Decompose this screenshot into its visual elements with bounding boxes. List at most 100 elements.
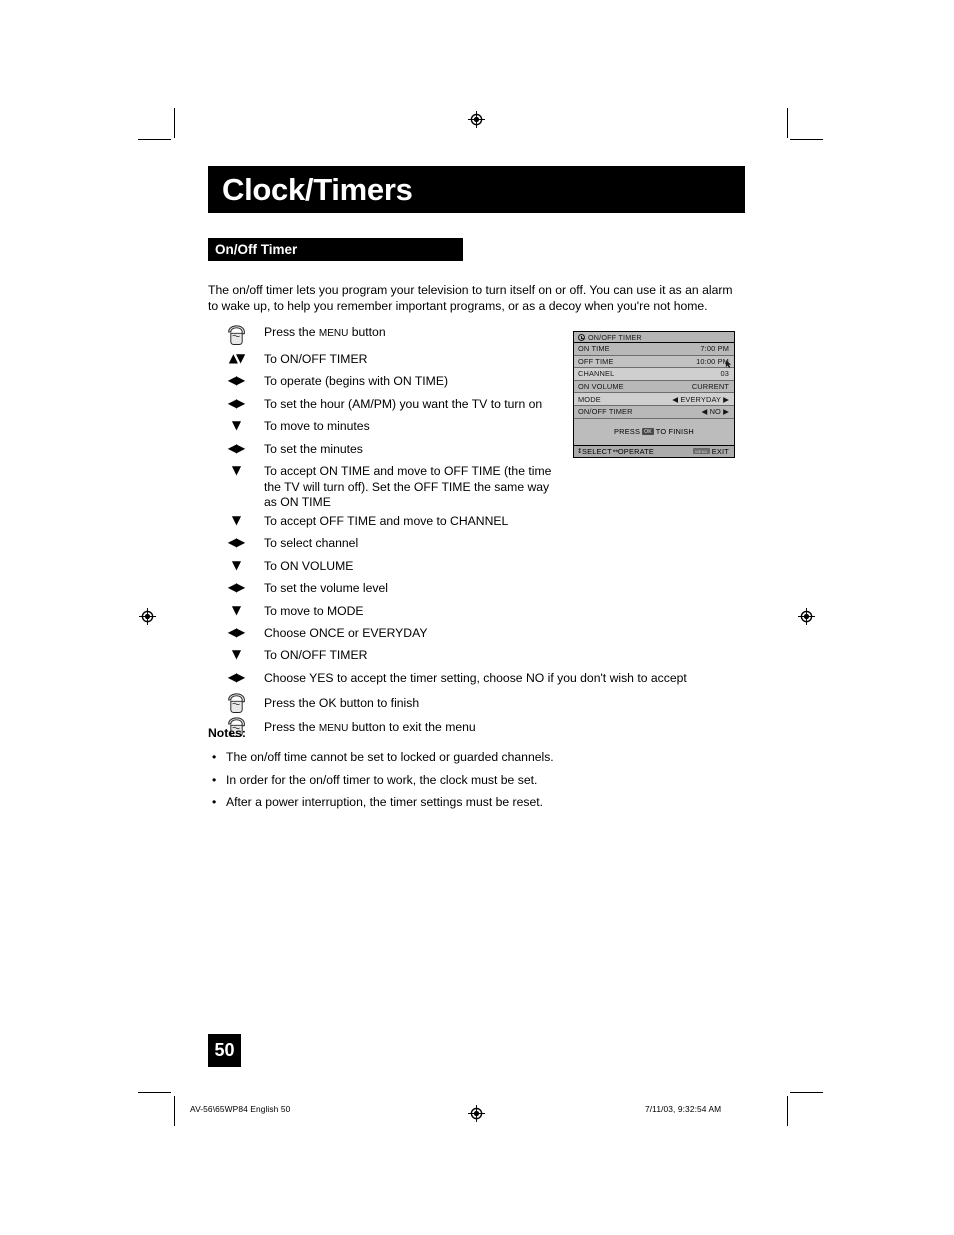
footer-date-info: 7/11/03, 9:32:54 AM: [645, 1104, 722, 1114]
left-right-arrow-icon: ◀▶: [208, 396, 264, 410]
hand-press-icon: [208, 692, 264, 714]
up-down-arrow-icon: ▲▼: [208, 351, 264, 365]
list-item: ◀▶ To select channel: [208, 535, 738, 555]
down-arrow-icon: ▼: [208, 513, 264, 527]
osd-footer-bar: ↕ SELECT ↔ OPERATE MENU EXIT: [574, 445, 734, 458]
footer-file-info: AV-56\65WP84 English 50: [190, 1104, 291, 1114]
notes-list: • The on/off time cannot be set to locke…: [212, 750, 732, 818]
osd-footer-operate-label: OPERATE: [617, 446, 655, 456]
registration-mark-right: [798, 608, 815, 625]
osd-row-on-volume[interactable]: ON VOLUME CURRENT: [574, 381, 734, 394]
osd-header-title: ON/OFF TIMER: [588, 332, 642, 342]
osd-row-label: OFF TIME: [578, 356, 614, 366]
list-item: Press the OK button to finish: [208, 692, 738, 714]
osd-row-off-time[interactable]: OFF TIME 10:00 PM: [574, 355, 734, 369]
list-item-label: To set the volume level: [264, 581, 388, 596]
list-item: ◀▶ To set the volume level: [208, 580, 738, 600]
list-item: • In order for the on/off timer to work,…: [212, 773, 732, 789]
down-arrow-icon: ▼: [208, 603, 264, 617]
crop-mark-bottom-left-horizontal: [138, 1092, 171, 1093]
list-item-label: To set the hour (AM/PM) you want the TV …: [264, 396, 543, 411]
list-item-label: To ON VOLUME: [264, 558, 354, 573]
osd-header: ON/OFF TIMER: [574, 332, 734, 343]
registration-mark-left: [139, 608, 156, 625]
ok-button-badge: OK: [642, 428, 654, 436]
left-right-arrow-icon: ◀▶: [208, 373, 264, 387]
list-item: ▼ To move to MODE: [208, 603, 738, 623]
smallcaps-menu: MENU: [318, 328, 349, 339]
list-item-label: Choose YES to accept the timer setting, …: [264, 670, 687, 685]
left-right-arrow-icon: ◀▶: [208, 670, 264, 684]
bullet-icon: •: [212, 772, 217, 787]
list-item-label: To accept OFF TIME and move to CHANNEL: [264, 513, 509, 528]
arrow-glyph: ◀▶: [227, 580, 245, 595]
arrow-glyph: ▲▼: [228, 351, 246, 365]
list-item: ▼ To accept OFF TIME and move to CHANNEL: [208, 513, 738, 533]
menu-button-badge: MENU: [693, 448, 710, 455]
left-right-arrow-icon: ◀▶: [208, 441, 264, 455]
arrow-glyph: ◀▶: [227, 535, 245, 550]
crop-mark-bottom-right-vertical: [787, 1096, 788, 1126]
osd-row-on-off-timer[interactable]: ON/OFF TIMER ◀ NO ▶: [574, 406, 734, 419]
arrow-glyph: ▼: [231, 602, 241, 617]
section-heading: On/Off Timer: [215, 242, 298, 257]
osd-row-value: ◀ EVERYDAY ▶: [672, 394, 729, 404]
osd-footer-exit-label: EXIT: [711, 446, 729, 456]
list-item: ▼ To ON VOLUME: [208, 558, 738, 578]
section-title-bar: On/Off Timer: [208, 238, 463, 261]
osd-row-on-time[interactable]: ON TIME 7:00 PM: [574, 343, 734, 356]
osd-row-channel[interactable]: CHANNEL 03: [574, 368, 734, 381]
list-item-label: To accept ON TIME and move to OFF TIME (…: [264, 463, 552, 510]
crop-mark-top-right-vertical: [787, 108, 788, 138]
left-right-arrow-icon: ◀▶: [208, 625, 264, 639]
page-number: 50: [214, 1040, 235, 1060]
list-item-label: Press the MENU button: [264, 325, 386, 339]
osd-finish-hint: PRESS OK TO FINISH: [574, 418, 734, 446]
arrow-glyph: ▼: [231, 557, 241, 572]
osd-row-label: ON/OFF TIMER: [578, 407, 633, 417]
osd-footer-select: ↕ SELECT ↔ OPERATE: [577, 447, 654, 456]
list-item-label: To move to MODE: [264, 603, 364, 618]
osd-row-value: ◀ NO ▶: [701, 407, 729, 417]
list-item: • After a power interruption, the timer …: [212, 795, 732, 811]
list-item-label: To operate (begins with ON TIME): [264, 374, 449, 389]
list-item-label: To set the minutes: [264, 441, 363, 456]
list-item: ◀▶ Choose ONCE or EVERYDAY: [208, 625, 738, 645]
osd-row-value: 03: [720, 369, 729, 379]
down-arrow-icon: ▼: [208, 418, 264, 432]
note-text: After a power interruption, the timer se…: [226, 795, 544, 810]
osd-row-value: 7:00 PM: [700, 344, 729, 354]
crop-mark-top-left-vertical: [174, 108, 175, 138]
osd-finish-post: TO FINISH: [655, 427, 694, 437]
registration-mark-bottom: [468, 1105, 485, 1122]
left-right-arrow-icon: ◀▶: [208, 580, 264, 594]
intro-paragraph: The on/off timer lets you program your t…: [208, 283, 733, 313]
osd-footer-select-label: SELECT: [581, 446, 612, 456]
arrow-glyph: ◀▶: [227, 624, 245, 639]
list-item: ▼ To accept ON TIME and move to OFF TIME…: [208, 463, 738, 511]
page-number-box: 50: [208, 1034, 241, 1067]
clock-icon: [578, 333, 585, 341]
arrow-glyph: ◀▶: [227, 373, 245, 388]
bullet-icon: •: [212, 750, 217, 764]
list-item: Press the MENU button to exit the menu: [208, 716, 738, 738]
page-title: Clock/Timers: [222, 171, 413, 207]
smallcaps-menu: MENU: [318, 723, 349, 735]
down-arrow-icon: ▼: [208, 463, 264, 477]
notes-heading: Notes:: [208, 726, 246, 740]
note-text: The on/off time cannot be set to locked …: [226, 750, 554, 764]
arrow-glyph: ▼: [231, 462, 241, 477]
osd-footer-exit: MENU EXIT: [693, 447, 729, 456]
osd-row-mode[interactable]: MODE ◀ EVERYDAY ▶: [574, 393, 734, 406]
left-right-arrow-icon: ◀▶: [208, 535, 264, 549]
arrow-glyph: ◀▶: [227, 395, 245, 410]
arrow-glyph: ▼: [231, 418, 241, 433]
crop-mark-bottom-left-vertical: [174, 1096, 175, 1126]
osd-cursor-icon: [725, 355, 732, 368]
osd-row-label: MODE: [578, 394, 601, 404]
left-right-arrow-icon: ↔: [612, 447, 618, 456]
list-item-label: Press the MENU button to exit the menu: [264, 720, 476, 735]
bullet-icon: •: [212, 795, 217, 810]
crop-mark-top-right-horizontal: [790, 139, 823, 140]
osd-row-label: ON TIME: [578, 344, 610, 354]
